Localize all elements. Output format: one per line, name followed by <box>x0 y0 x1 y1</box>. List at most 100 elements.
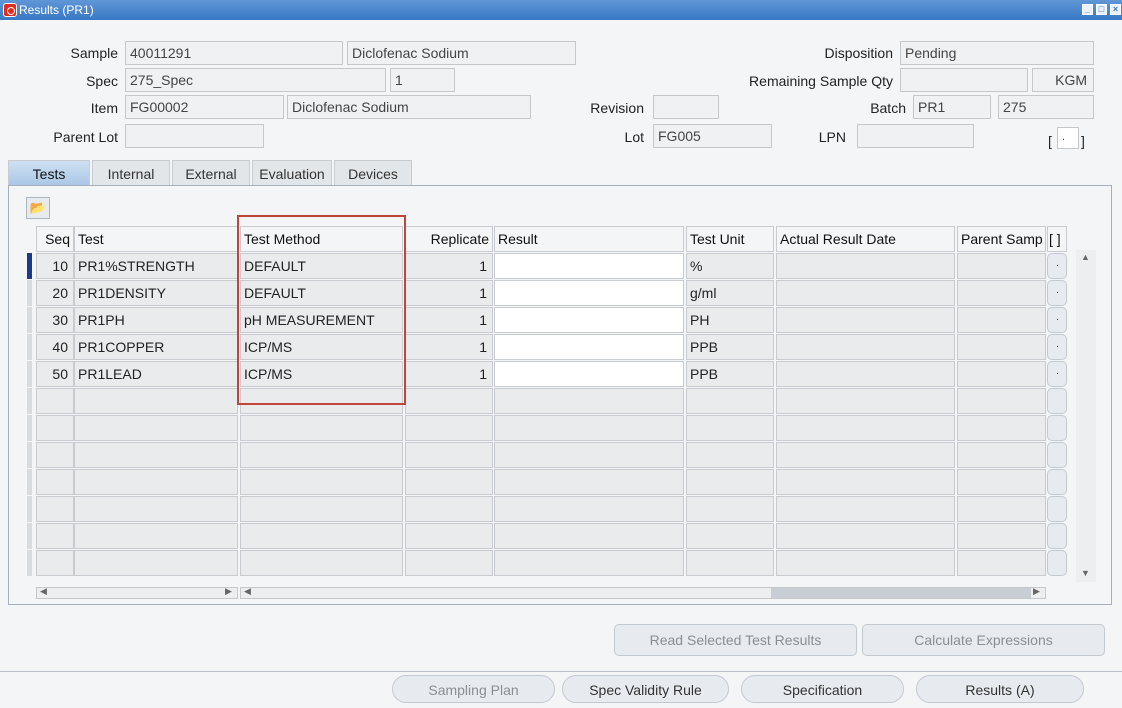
tab-external[interactable]: External <box>172 160 250 186</box>
table-cell-method[interactable]: DEFAULT <box>240 280 403 306</box>
parent-lot-field[interactable] <box>125 124 264 148</box>
table-cell-seq[interactable]: 50 <box>36 361 74 387</box>
table-cell-seq[interactable] <box>36 496 74 522</box>
spec-validity-rule-button[interactable]: Spec Validity Rule <box>562 675 729 703</box>
calculate-expressions-button[interactable]: Calculate Expressions <box>862 624 1105 656</box>
table-cell-unit[interactable]: PH <box>686 307 774 333</box>
table-cell-unit[interactable]: PPB <box>686 334 774 360</box>
table-cell-replicate[interactable]: 1 <box>405 253 493 279</box>
table-cell-replicate[interactable]: 1 <box>405 334 493 360</box>
results-button[interactable]: Results (A) <box>916 675 1084 703</box>
minimize-icon[interactable]: _ <box>1082 4 1093 15</box>
scroll-right-icon[interactable]: ▶ <box>225 586 232 597</box>
table-cell-result[interactable] <box>494 307 684 333</box>
table-cell-test[interactable]: PR1PH <box>74 307 238 333</box>
row-indicator[interactable] <box>27 334 32 360</box>
table-cell-replicate[interactable] <box>405 550 493 576</box>
table-cell-parent[interactable] <box>957 280 1046 306</box>
table-cell-parent[interactable] <box>957 469 1046 495</box>
folder-open-icon[interactable]: 📂 <box>26 197 50 219</box>
disposition-field[interactable]: Pending <box>900 41 1094 65</box>
read-selected-test-results-button[interactable]: Read Selected Test Results <box>614 624 857 656</box>
row-indicator[interactable] <box>27 415 32 441</box>
table-cell-seq[interactable] <box>36 388 74 414</box>
table-cell-seq[interactable] <box>36 469 74 495</box>
table-cell-unit[interactable] <box>686 469 774 495</box>
table-cell-date[interactable] <box>776 307 955 333</box>
table-cell-flex[interactable] <box>1047 415 1067 441</box>
table-cell-replicate[interactable]: 1 <box>405 307 493 333</box>
table-cell-unit[interactable]: g/ml <box>686 280 774 306</box>
batch-secondary-field[interactable]: 275 <box>998 95 1094 119</box>
table-cell-method[interactable] <box>240 550 403 576</box>
table-cell-result[interactable] <box>494 280 684 306</box>
batch-field[interactable]: PR1 <box>913 95 991 119</box>
table-cell-date[interactable] <box>776 334 955 360</box>
item-field[interactable]: FG00002 <box>125 95 284 119</box>
table-cell-date[interactable] <box>776 415 955 441</box>
table-cell-flex[interactable] <box>1047 469 1067 495</box>
table-cell-result[interactable] <box>494 253 684 279</box>
specification-button[interactable]: Specification <box>741 675 904 703</box>
table-cell-seq[interactable]: 10 <box>36 253 74 279</box>
table-cell-method[interactable]: ICP/MS <box>240 334 403 360</box>
col-header-actual-result-date[interactable]: Actual Result Date <box>776 226 955 252</box>
table-cell-test[interactable] <box>74 388 238 414</box>
table-cell-seq[interactable]: 30 <box>36 307 74 333</box>
horizontal-scrollbar-left[interactable]: ◀ ▶ <box>36 586 238 599</box>
scroll-left-icon[interactable]: ◀ <box>244 586 251 597</box>
table-cell-parent[interactable] <box>957 388 1046 414</box>
tab-internal[interactable]: Internal <box>92 160 170 186</box>
table-cell-result[interactable] <box>494 469 684 495</box>
table-cell-replicate[interactable] <box>405 469 493 495</box>
table-cell-method[interactable] <box>240 523 403 549</box>
table-cell-replicate[interactable]: 1 <box>405 280 493 306</box>
table-cell-seq[interactable] <box>36 550 74 576</box>
table-cell-unit[interactable] <box>686 442 774 468</box>
table-cell-date[interactable] <box>776 253 955 279</box>
scroll-up-icon[interactable]: ▲ <box>1081 252 1090 262</box>
table-cell-result[interactable] <box>494 523 684 549</box>
col-header-test[interactable]: Test <box>74 226 238 252</box>
row-indicator[interactable] <box>27 361 32 387</box>
table-cell-date[interactable] <box>776 388 955 414</box>
table-cell-result[interactable] <box>494 388 684 414</box>
table-cell-parent[interactable] <box>957 496 1046 522</box>
table-cell-flex[interactable]: . <box>1047 280 1067 306</box>
table-cell-flex[interactable] <box>1047 523 1067 549</box>
table-cell-date[interactable] <box>776 280 955 306</box>
lpn-field[interactable] <box>857 124 974 148</box>
table-cell-replicate[interactable] <box>405 442 493 468</box>
table-cell-date[interactable] <box>776 496 955 522</box>
table-cell-test[interactable] <box>74 469 238 495</box>
col-header-flex[interactable]: [ ] <box>1047 226 1067 252</box>
row-indicator[interactable] <box>27 496 32 522</box>
table-cell-date[interactable] <box>776 550 955 576</box>
table-cell-result[interactable] <box>494 334 684 360</box>
table-cell-parent[interactable] <box>957 550 1046 576</box>
table-cell-test[interactable]: PR1COPPER <box>74 334 238 360</box>
tab-evaluation[interactable]: Evaluation <box>252 160 332 186</box>
row-indicator[interactable] <box>27 469 32 495</box>
table-cell-result[interactable] <box>494 496 684 522</box>
table-cell-parent[interactable] <box>957 253 1046 279</box>
table-cell-method[interactable] <box>240 388 403 414</box>
table-cell-date[interactable] <box>776 469 955 495</box>
scroll-thumb[interactable] <box>771 588 1031 598</box>
table-cell-flex[interactable] <box>1047 496 1067 522</box>
col-header-seq[interactable]: Seq <box>36 226 74 252</box>
close-icon[interactable]: × <box>1110 4 1121 15</box>
table-cell-parent[interactable] <box>957 307 1046 333</box>
table-cell-method[interactable]: ICP/MS <box>240 361 403 387</box>
table-cell-test[interactable] <box>74 550 238 576</box>
table-cell-flex[interactable]: . <box>1047 307 1067 333</box>
table-cell-test[interactable]: PR1DENSITY <box>74 280 238 306</box>
row-indicator[interactable] <box>27 523 32 549</box>
table-cell-test[interactable] <box>74 523 238 549</box>
scroll-down-icon[interactable]: ▼ <box>1081 568 1090 578</box>
table-cell-date[interactable] <box>776 523 955 549</box>
table-cell-method[interactable]: DEFAULT <box>240 253 403 279</box>
table-cell-test[interactable]: PR1LEAD <box>74 361 238 387</box>
remaining-qty-uom-field[interactable]: KGM <box>1032 68 1094 92</box>
table-cell-test[interactable]: PR1%STRENGTH <box>74 253 238 279</box>
